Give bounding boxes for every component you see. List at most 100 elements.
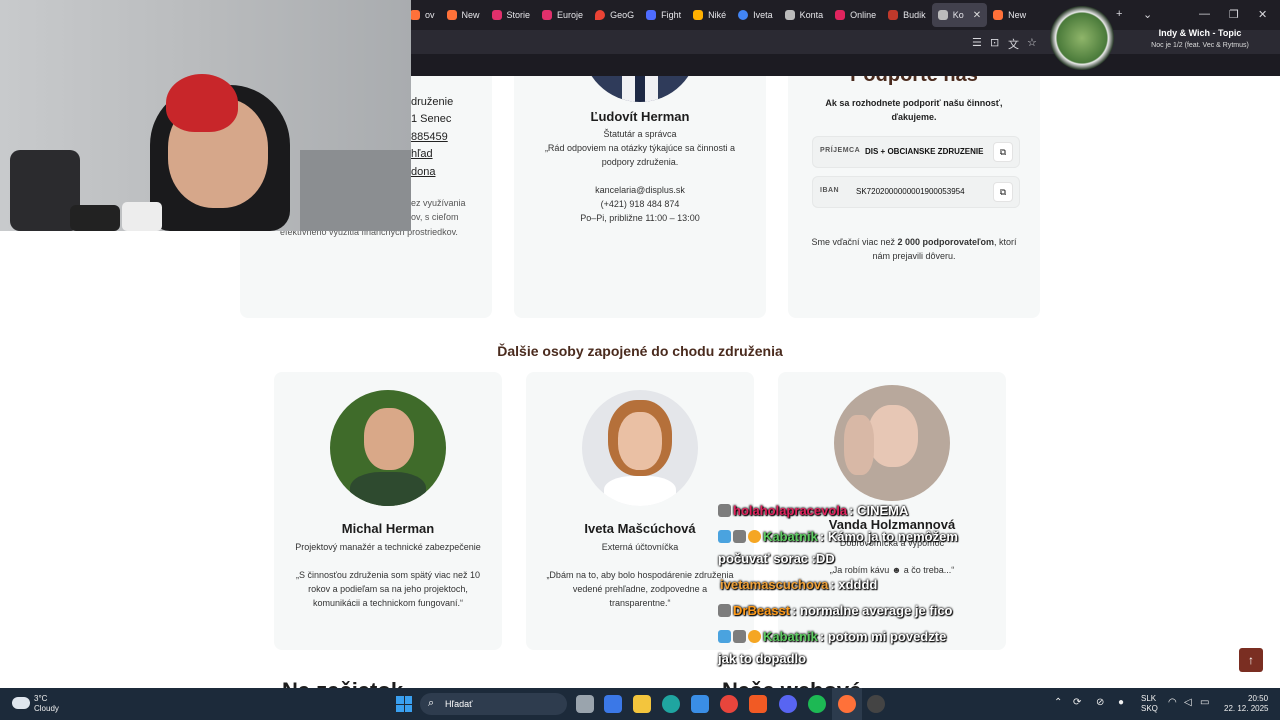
chat-text: : potom mi povedzte	[819, 629, 947, 644]
copy-iban-button[interactable]: ⧉	[993, 182, 1013, 202]
volume-icon[interactable]: ◁	[1184, 697, 1192, 708]
language-secondary[interactable]: SKQ	[1141, 704, 1158, 713]
screenshot-icon[interactable]: ⊡	[990, 36, 999, 49]
browser-tab[interactable]: Storie	[486, 3, 537, 27]
network-off-icon[interactable]: ⊘	[1096, 697, 1104, 708]
shirt-shape	[350, 472, 426, 506]
chat-user: ivetamascuchova	[720, 577, 829, 592]
battery-icon[interactable]: ▭	[1200, 697, 1209, 708]
chat-message: DrBeasst: normalne average je fico	[718, 603, 953, 618]
shirt-shape	[604, 476, 676, 506]
browser-tab[interactable]: Euroje	[536, 3, 589, 27]
reader-view-icon[interactable]: ☰	[972, 36, 982, 49]
chat-text: : Kámo ja to nemôžem	[819, 529, 958, 544]
browser-tab[interactable]: New	[441, 3, 486, 27]
now-playing-widget: Indy & Wich - Topic Noc je 1/2 (feat. Ve…	[1050, 6, 1280, 70]
chat-message: holaholapracevola: CINEMA	[718, 503, 908, 518]
cloud-icon	[12, 697, 30, 709]
edge-icon[interactable]	[662, 695, 680, 713]
browser-tab[interactable]: New	[987, 3, 1032, 27]
main-contact-email[interactable]: kancelaria@displus.sk	[514, 183, 766, 197]
support-heading: Podporte nás	[788, 76, 1040, 87]
language-primary[interactable]: SLK	[1141, 694, 1156, 703]
webcam-red-beanie	[166, 74, 238, 132]
weather-text[interactable]: Cloudy	[34, 704, 59, 713]
main-contact-phone[interactable]: (+421) 918 484 874	[514, 197, 766, 211]
sync-icon[interactable]: ⟳	[1073, 697, 1081, 708]
badge-icon	[718, 530, 731, 543]
webcam-couch	[300, 150, 411, 231]
recipient-field: PRÍJEMCA DIS + OBCIANSKE ZDRUZENIE ⧉	[812, 136, 1020, 168]
badge-icon	[718, 630, 731, 643]
spotify-icon[interactable]	[808, 695, 826, 713]
obs-icon[interactable]	[867, 695, 885, 713]
main-contact-quote-1: „Rád odpoviem na otázky týkajúce sa činn…	[544, 143, 736, 153]
association-id-link[interactable]: 885459	[411, 131, 448, 143]
person-avatar	[582, 390, 698, 506]
supporters-thanks-2: nám prejavili dôveru.	[872, 251, 956, 261]
photos-icon[interactable]	[691, 695, 709, 713]
browser-tab[interactable]: Iveta	[732, 3, 779, 27]
store-icon[interactable]	[604, 695, 622, 713]
face-shape	[618, 412, 662, 470]
association-name: druženie	[411, 96, 454, 108]
browser-tab[interactable]: Konta	[779, 3, 830, 27]
discord-icon[interactable]	[779, 695, 797, 713]
file-explorer-icon[interactable]	[633, 695, 651, 713]
badge-icon	[748, 530, 761, 543]
translate-icon[interactable]: 文	[1008, 36, 1019, 52]
bottom-heading-left: Na začiatok	[282, 678, 403, 688]
clock-date[interactable]: 22. 12. 2025	[1224, 704, 1268, 713]
association-desc-1: ez využívania	[411, 198, 466, 208]
person-avatar	[330, 390, 446, 506]
webcam-overlay	[0, 0, 411, 231]
badge-icon	[733, 530, 746, 543]
browser-tab[interactable]: GeoG	[589, 3, 640, 27]
thanks-suffix: , ktorí	[994, 237, 1017, 247]
tab-label: GeoG	[610, 10, 635, 20]
tab-label: Online	[850, 10, 877, 20]
association-desc-2: ov, s cieľom	[411, 212, 459, 222]
support-card: Podporte nás Ak sa rozhodnete podporiť n…	[788, 76, 1040, 318]
v-favicon-icon	[646, 10, 657, 20]
screen: ov New Storie Euroje GeoG Fight Niké Ive…	[0, 0, 1280, 720]
chrome-icon[interactable]	[720, 695, 738, 713]
browser-tab[interactable]: Fight	[640, 3, 687, 27]
tab-label: Niké	[708, 10, 727, 20]
overview-link[interactable]: hľad	[411, 148, 433, 160]
copy-recipient-button[interactable]: ⧉	[993, 142, 1013, 162]
browser-tab[interactable]: Budik	[882, 3, 932, 27]
browser-tab[interactable]: Online	[829, 3, 882, 27]
document-link[interactable]: dona	[411, 166, 435, 178]
badge-icon	[748, 630, 761, 643]
browser-tab[interactable]: Niké	[687, 3, 732, 27]
taskbar-search-input[interactable]: ⌕ Hľadať	[420, 693, 567, 715]
face-shape	[868, 405, 918, 467]
clock-time[interactable]: 20:50	[1248, 694, 1268, 703]
tab-label: Konta	[799, 10, 824, 20]
main-contact-hours: Po–Pi, približne 11:00 – 13:00	[580, 213, 700, 223]
chevron-up-icon[interactable]: ⌃	[1054, 697, 1062, 708]
recipient-label: PRÍJEMCA	[820, 147, 861, 154]
main-contact-card: Ľudovít Herman Štatutár a správca „Rád o…	[514, 76, 766, 318]
windows-start-icon[interactable]	[396, 696, 412, 712]
wifi-icon[interactable]: ◠	[1168, 697, 1177, 708]
close-tab-icon[interactable]: ✕	[973, 10, 981, 21]
browser-tab-active[interactable]: Ko ✕	[931, 3, 988, 27]
now-playing-title: Indy & Wich - Topic	[1158, 28, 1242, 38]
bookmark-star-icon[interactable]: ☆	[1027, 36, 1037, 49]
back-to-top-button[interactable]: ↑	[1239, 648, 1263, 672]
webcam-phone	[122, 202, 162, 231]
task-view-icon[interactable]	[576, 695, 594, 713]
brave-icon[interactable]	[749, 695, 767, 713]
tab-label: ov	[425, 10, 435, 20]
association-heading: druzenia	[411, 76, 460, 78]
weather-temp[interactable]: 3°C	[34, 694, 47, 703]
main-contact-name: Ľudovít Herman	[590, 109, 690, 124]
chat-message: ivetamascuchova: xdddd	[720, 577, 877, 592]
iban-field: IBAN SK7202000000001900053954 ⧉	[812, 176, 1020, 208]
microphone-icon[interactable]: ●	[1118, 697, 1124, 708]
chat-message-continued: počuvať sorac :DD	[718, 551, 835, 566]
chat-message: Kabatnik: potom mi povedzte	[718, 629, 946, 644]
firefox-icon[interactable]	[838, 695, 856, 713]
